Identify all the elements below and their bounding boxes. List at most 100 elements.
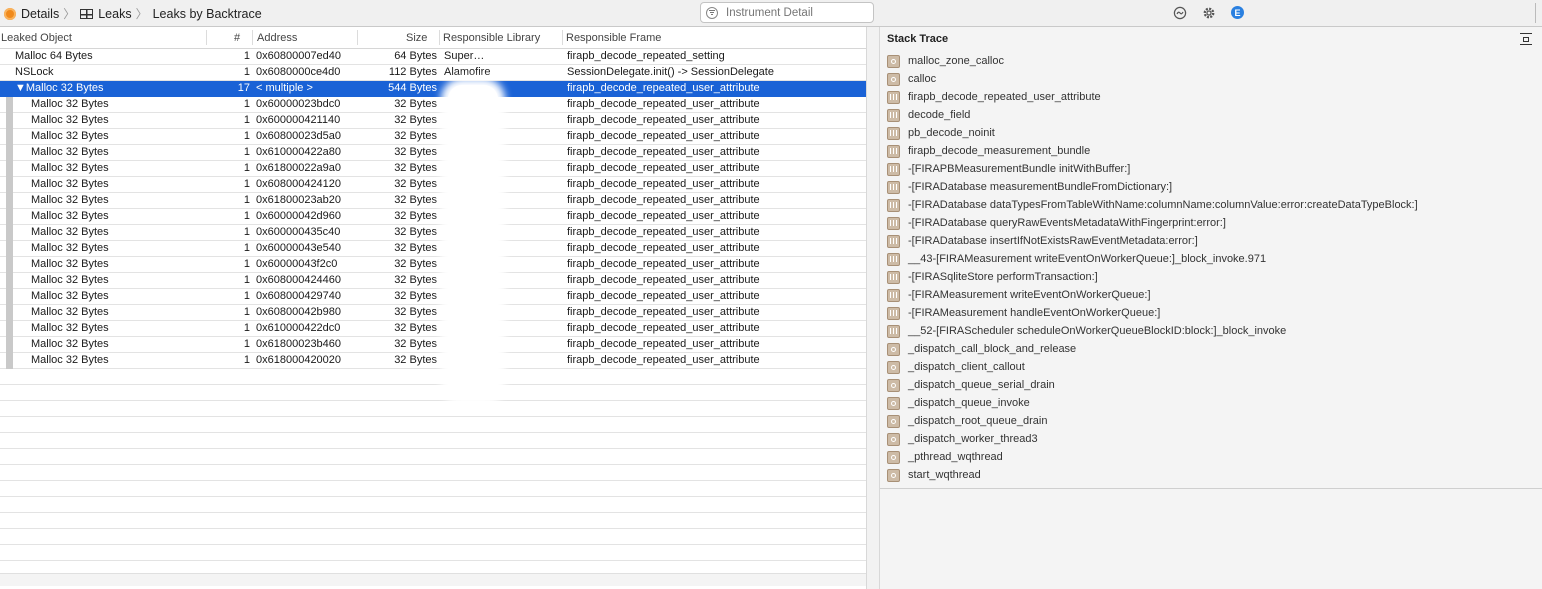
breadcrumb-label: Details [21,6,60,21]
address-cell: 0x60800007ed40 [256,50,342,62]
count-cell: 1 [243,130,250,142]
stack-frame[interactable]: malloc_zone_calloc [887,52,1537,70]
instrument-detail-input[interactable] [726,6,856,19]
responsible-frame-cell: firapb_decode_repeated_user_attribute [567,178,760,190]
stack-frame[interactable]: _dispatch_queue_invoke [887,394,1537,412]
table-row[interactable]: Malloc 32 Bytes 1 0x60800042b980 32 Bytes fi… [0,305,866,321]
responsible-frame-cell: firapb_decode_repeated_user_attribute [567,194,760,206]
table-row[interactable]: Malloc 32 Bytes 1 0x60000043f2c0 32 Bytes fi… [0,257,866,273]
stack-frame-label: malloc_zone_calloc [908,55,1004,67]
stack-frame[interactable]: _dispatch_root_queue_drain [887,412,1537,430]
stack-frame[interactable]: firapb_decode_repeated_user_attribute [887,88,1537,106]
column-divider[interactable] [252,30,253,45]
stack-frame[interactable]: -[FIRADatabase insertIfNotExistsRawEvent… [887,232,1537,250]
leaked-object-cell: Malloc 32 Bytes [31,306,109,318]
table-row[interactable]: Malloc 32 Bytes 1 0x600000421140 32 Bytes fi… [0,113,866,129]
row-group-indicator [6,193,13,209]
row-group-indicator [6,209,13,225]
leaked-object-cell: Malloc 32 Bytes [31,130,109,142]
column-header-address[interactable]: Address [257,32,297,44]
address-cell: 0x60000042d960 [256,210,342,222]
stack-frame[interactable]: -[FIRAMeasurement writeEventOnWorkerQueu… [887,286,1537,304]
count-cell: 1 [243,98,250,110]
split-view-divider[interactable] [866,27,880,589]
count-cell: 1 [243,290,250,302]
table-row[interactable]: Malloc 32 Bytes 1 0x60800023d5a0 32 Bytes fi… [0,129,866,145]
size-cell: 32 Bytes [394,306,437,318]
table-row[interactable]: ▼Malloc 32 Bytes 17 < multiple > 544 Bytes f… [0,81,866,97]
instrument-detail-search[interactable] [700,2,874,23]
column-divider[interactable] [357,30,358,45]
stack-frame[interactable]: _pthread_wqthread [887,448,1537,466]
responsible-frame-cell: firapb_decode_repeated_user_attribute [567,306,760,318]
column-header-responsible-frame[interactable]: Responsible Frame [566,32,661,44]
leaked-object-cell: Malloc 32 Bytes [31,226,109,238]
user-code-icon [887,108,900,122]
size-cell: 32 Bytes [394,194,437,206]
table-row[interactable]: Malloc 32 Bytes 1 0x608000424460 32 Bytes fi… [0,273,866,289]
table-row[interactable]: Malloc 32 Bytes 1 0x60000023bdc0 32 Bytes fi… [0,97,866,113]
breadcrumb-leaks-by-backtrace[interactable]: Leaks by Backtrace [153,7,262,21]
breadcrumb-leaks[interactable]: Leaks [80,7,132,21]
stack-frame-label: __52-[FIRAScheduler scheduleOnWorkerQueu… [908,325,1287,337]
stack-frame[interactable]: _dispatch_queue_serial_drain [887,376,1537,394]
stack-frame[interactable]: -[FIRADatabase queryRawEventsMetadataWit… [887,214,1537,232]
stack-frame[interactable]: _dispatch_worker_thread3 [887,430,1537,448]
stack-frame[interactable]: _dispatch_call_block_and_release [887,340,1537,358]
table-row[interactable]: Malloc 32 Bytes 1 0x60000043e540 32 Bytes fi… [0,241,866,257]
horizontal-scrollbar[interactable] [0,573,866,586]
column-header-count[interactable]: # [234,32,240,44]
column-header-leaked-object[interactable]: Leaked Object [1,32,72,44]
size-cell: 112 Bytes [388,66,437,78]
leaked-object-cell: Malloc 32 Bytes [31,114,109,126]
table-row[interactable]: Malloc 32 Bytes 1 0x608000429740 32 Bytes fi… [0,289,866,305]
collapse-frames-icon[interactable] [1520,33,1532,45]
leaked-object-cell: Malloc 32 Bytes [31,242,109,254]
stack-frame[interactable]: -[FIRAMeasurement handleEventOnWorkerQue… [887,304,1537,322]
column-header-size[interactable]: Size [406,32,427,44]
call-tree-icon[interactable] [1172,5,1187,20]
table-row[interactable]: Malloc 32 Bytes 1 0x600000435c40 32 Bytes fi… [0,225,866,241]
stack-frame[interactable]: -[FIRASqliteStore performTransaction:] [887,268,1537,286]
empty-table-row [0,449,866,465]
extended-detail-icon[interactable]: E [1230,5,1245,20]
column-header-responsible-library[interactable]: Responsible Library [443,32,540,44]
table-row[interactable]: Malloc 32 Bytes 1 0x61800023b460 32 Bytes fi… [0,337,866,353]
column-divider[interactable] [439,30,440,45]
table-row[interactable]: Malloc 32 Bytes 1 0x618000420020 32 Bytes fi… [0,353,866,369]
table-row[interactable]: Malloc 32 Bytes 1 0x608000424120 32 Bytes fi… [0,177,866,193]
stack-frame[interactable]: -[FIRADatabase dataTypesFromTableWithNam… [887,196,1537,214]
stack-frame[interactable]: pb_decode_noinit [887,124,1537,142]
stack-frame[interactable]: decode_field [887,106,1537,124]
stack-trace-title: Stack Trace [887,33,949,45]
column-divider[interactable] [206,30,207,45]
empty-table-row [0,497,866,513]
table-row[interactable]: Malloc 32 Bytes 1 0x61800023ab20 32 Bytes fi… [0,193,866,209]
table-row[interactable]: Malloc 32 Bytes 1 0x60000042d960 32 Bytes fi… [0,209,866,225]
table-row[interactable]: Malloc 64 Bytes 1 0x60800007ed40 64 Bytes Su… [0,49,866,65]
address-cell: 0x608000424120 [256,178,342,190]
size-cell: 32 Bytes [394,98,437,110]
column-divider[interactable] [562,30,563,45]
table-row[interactable]: Malloc 32 Bytes 1 0x61800022a9a0 32 Bytes fi… [0,161,866,177]
gear-icon[interactable] [1201,5,1216,20]
responsible-frame-cell: firapb_decode_repeated_user_attribute [567,338,760,350]
table-row[interactable]: Malloc 32 Bytes 1 0x610000422dc0 32 Bytes fi… [0,321,866,337]
stack-frame[interactable]: calloc [887,70,1537,88]
stack-frame[interactable]: _dispatch_client_callout [887,358,1537,376]
stack-frame[interactable]: firapb_decode_measurement_bundle [887,142,1537,160]
breadcrumb-separator-icon: 〉 [63,7,76,21]
address-cell: 0x610000422a80 [256,146,342,158]
leaked-object-cell: Malloc 32 Bytes [31,354,109,366]
breadcrumb-details[interactable]: Details [4,7,59,21]
stack-frame[interactable]: start_wqthread [887,466,1537,484]
table-row[interactable]: Malloc 32 Bytes 1 0x610000422a80 32 Bytes fi… [0,145,866,161]
stack-frame[interactable]: -[FIRAPBMeasurementBundle initWithBuffer… [887,160,1537,178]
stack-frame[interactable]: __43-[FIRAMeasurement writeEventOnWorker… [887,250,1537,268]
stack-frame[interactable]: -[FIRADatabase measurementBundleFromDict… [887,178,1537,196]
row-group-indicator [6,177,13,193]
stack-frame[interactable]: __52-[FIRAScheduler scheduleOnWorkerQueu… [887,322,1537,340]
responsible-library-cell: Alamofire [444,66,491,78]
stack-frame-label: pb_decode_noinit [908,127,995,139]
table-row[interactable]: NSLock 1 0x6080000ce4d0 112 Bytes Alamofire S… [0,65,866,81]
